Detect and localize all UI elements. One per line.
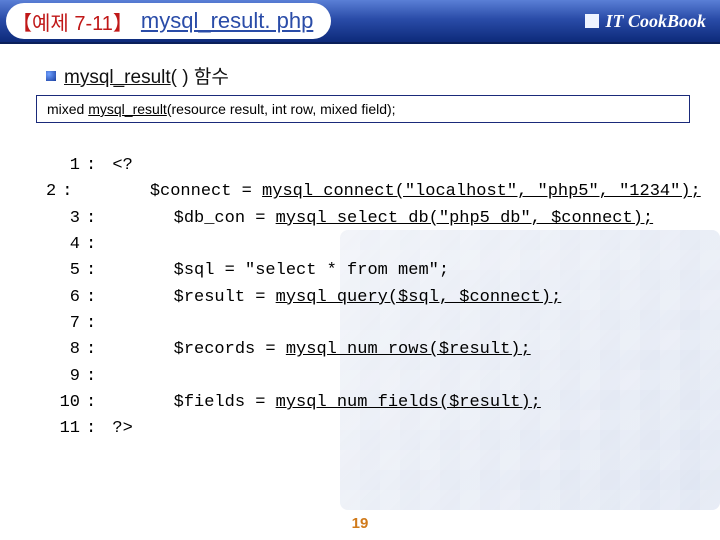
proto-suffix: (resource result, int row, mixed field);	[167, 101, 396, 117]
code-line: 3: $db_con = mysql_select_db("php5_db", …	[46, 206, 690, 232]
code-text: $records = mysql_num_rows($result);	[112, 337, 530, 363]
code-line: 4:	[46, 232, 690, 258]
content-area: mysql_result( ) 함수 mixed mysql_result(re…	[0, 44, 720, 443]
code-line: 7:	[46, 311, 690, 337]
line-number: 7	[46, 311, 86, 337]
colon: :	[86, 258, 112, 284]
code-text: ?>	[112, 416, 132, 442]
proto-fn: mysql_result	[88, 101, 167, 117]
line-number: 3	[46, 206, 86, 232]
code-text: $connect = mysql_connect("localhost", "p…	[89, 179, 701, 205]
code-line: 2: $connect = mysql_connect("localhost",…	[46, 179, 690, 205]
bullet-icon	[46, 71, 56, 81]
code-text: $fields = mysql_num_fields($result);	[112, 390, 540, 416]
line-number: 1	[46, 153, 86, 179]
colon: :	[86, 337, 112, 363]
line-number: 11	[46, 416, 86, 442]
code-line: 10: $fields = mysql_num_fields($result);	[46, 390, 690, 416]
bullet-suffix: ( ) 함수	[171, 67, 229, 88]
brand-square-icon	[585, 14, 599, 28]
title-text: mysql_result. php	[141, 8, 313, 34]
colon: :	[86, 416, 112, 442]
colon: :	[86, 364, 112, 390]
line-number: 6	[46, 285, 86, 311]
colon: :	[86, 390, 112, 416]
bullet-row: mysql_result( ) 함수	[46, 62, 690, 89]
colon: :	[86, 153, 112, 179]
colon: :	[86, 206, 112, 232]
colon: :	[86, 311, 112, 337]
line-number: 4	[46, 232, 86, 258]
code-line: 8: $records = mysql_num_rows($result);	[46, 337, 690, 363]
code-line: 11: ?>	[46, 416, 690, 442]
bullet-fn: mysql_result	[64, 67, 171, 88]
code-line: 6: $result = mysql_query($sql, $connect)…	[46, 285, 690, 311]
colon: :	[86, 285, 112, 311]
brand-logo: IT CookBook	[585, 11, 706, 32]
colon: :	[62, 179, 88, 205]
code-line: 9:	[46, 364, 690, 390]
code-block: 1: <?2: $connect = mysql_connect("localh…	[46, 153, 690, 443]
bullet-text: mysql_result( ) 함수	[64, 62, 229, 89]
code-text: $db_con = mysql_select_db("php5_db", $co…	[112, 206, 653, 232]
line-number: 5	[46, 258, 86, 284]
title-pill: 【예제 7-11】 mysql_result. php	[6, 3, 331, 39]
code-text: <?	[112, 153, 132, 179]
page-number: 19	[0, 515, 720, 532]
code-text: $result = mysql_query($sql, $connect);	[112, 285, 561, 311]
colon: :	[86, 232, 112, 258]
line-number: 9	[46, 364, 86, 390]
code-text: $sql = "select * from mem";	[112, 258, 449, 284]
code-line: 1: <?	[46, 153, 690, 179]
example-tag: 【예제 7-11】	[12, 7, 133, 36]
proto-prefix: mixed	[47, 101, 88, 117]
prototype-box: mixed mysql_result(resource result, int …	[36, 95, 690, 123]
brand-text: IT CookBook	[605, 11, 706, 32]
title-bar: 【예제 7-11】 mysql_result. php IT CookBook	[0, 0, 720, 44]
line-number: 2	[46, 179, 62, 205]
code-line: 5: $sql = "select * from mem";	[46, 258, 690, 284]
line-number: 10	[46, 390, 86, 416]
line-number: 8	[46, 337, 86, 363]
